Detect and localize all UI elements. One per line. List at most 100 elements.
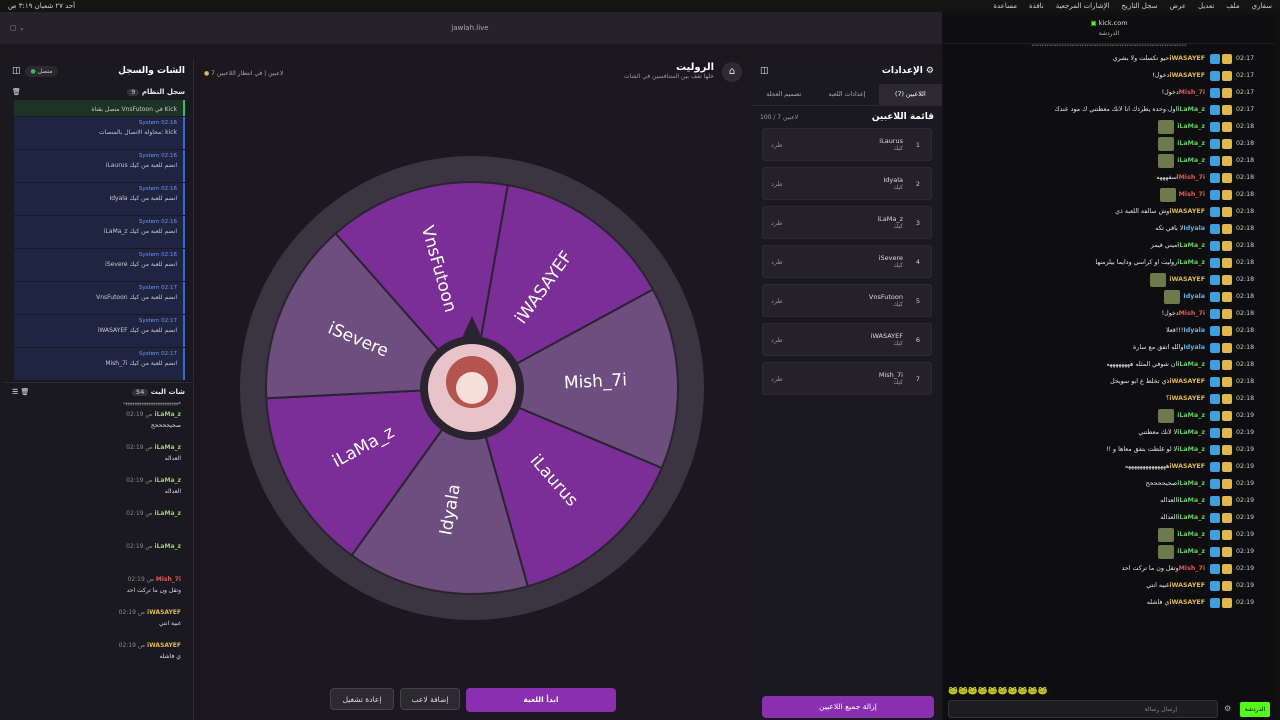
player-index: 6: [915, 335, 921, 344]
emote-icon: [1159, 187, 1176, 202]
clock: أحد ٢٧ شعبان ٣:١٩ ص: [8, 2, 76, 10]
player-name-block: iLaMa_z كيك: [783, 215, 903, 230]
kick-button[interactable]: طرد: [771, 180, 783, 188]
player-name: iSevere: [878, 254, 903, 262]
add-player-button[interactable]: إضافة لاعب: [400, 688, 460, 710]
crown-badge-icon: [1222, 240, 1232, 251]
message-user: Mish_7i: [1178, 191, 1205, 198]
chat-body: ي فاشله: [159, 653, 181, 660]
message-user: iLaMa_z: [1177, 361, 1205, 368]
kick-chat-header: الدردشة: [944, 30, 1274, 44]
menu-item[interactable]: الإشارات المرجعية: [1056, 2, 1110, 10]
message-text: دخول!: [1161, 89, 1179, 96]
log-message: متصل بقناة VnsFutoon في Kick: [91, 106, 177, 113]
menu-item[interactable]: نافذة: [1029, 2, 1044, 10]
kick-button[interactable]: طرد: [771, 141, 783, 149]
message-time: 02:18: [1236, 378, 1255, 385]
home-icon[interactable]: ⌂: [722, 62, 742, 82]
message-time: 02:18: [1236, 174, 1255, 181]
moderator-badge-icon: [1210, 410, 1220, 421]
crown-badge-icon: [1222, 444, 1232, 455]
message-text: لا لو غلطت بتفق معاها و !!: [1106, 446, 1178, 453]
restart-button[interactable]: إعادة تشغيل: [330, 688, 394, 710]
player-name-block: VnsFutoon كيك: [783, 293, 903, 308]
menu-item[interactable]: تعديل: [1198, 2, 1214, 10]
message-time: 02:19: [1236, 497, 1255, 504]
kick-message: صحيححححح iLaMa_z 02:19: [944, 475, 1274, 492]
menu-item[interactable]: سفاري: [1252, 2, 1272, 10]
message-time: 02:19: [1236, 531, 1255, 538]
message-time: 02:18: [1236, 242, 1255, 249]
menu-bar: أحد ٢٧ شعبان ٣:١٩ ص سفاري ملف تعديل عرض سجل …: [0, 0, 1280, 12]
message-time: 02:18: [1236, 191, 1255, 198]
message-text: !!!قعلا: [1165, 327, 1184, 334]
chat-message: 02:19 ص iWASAYEF ي فاشله: [4, 639, 193, 672]
message-text: وتقل ون ما تركت احد: [1121, 565, 1179, 572]
crown-badge-icon: [1222, 580, 1232, 591]
message-user: iWASAYEF: [1169, 378, 1205, 385]
message-input[interactable]: إرسال رسالة: [948, 700, 1218, 718]
message-time: 02:18: [1236, 293, 1255, 300]
player-platform: كيك: [893, 145, 903, 152]
kick-message: غبيه انتي iWASAYEF 02:19: [944, 577, 1274, 594]
kick-button[interactable]: طرد: [771, 219, 783, 227]
kick-button[interactable]: طرد: [771, 258, 783, 266]
roulette-wheel[interactable]: iWASAYEFMish_7iiLaurusIdyalaiLaMa_ziSeve…: [212, 128, 732, 648]
chat-send-button[interactable]: الدردشة: [1240, 702, 1270, 717]
remove-all-button[interactable]: إزالة جميع اللاعبين: [762, 696, 934, 718]
tab-2[interactable]: تصميم العجلة: [752, 84, 815, 105]
menu-item[interactable]: ملف: [1226, 2, 1239, 10]
log-source: System 02:17: [138, 318, 177, 324]
player-name-block: iLaurus كيك: [783, 137, 903, 152]
player-row: طرد iLaurus كيك 1: [762, 128, 932, 161]
menu-item[interactable]: سجل التاريخ: [1121, 2, 1157, 10]
sidebar-toggle-icon[interactable]: ▢ ⌄: [10, 24, 25, 32]
message-user: Mish_7i: [1178, 310, 1205, 317]
kick-message: دخول! Mish_7i 02:18: [944, 305, 1274, 322]
kick-button[interactable]: طرد: [771, 336, 783, 344]
moderator-badge-icon: [1210, 223, 1220, 234]
chat-tools[interactable]: ☰ 🗑: [12, 388, 29, 396]
message-user: iWASAYEF: [1169, 395, 1205, 402]
emote-bar[interactable]: 🐸🐸🐸🐸🐸🐸🐸🐸🐸🐸: [948, 686, 1048, 695]
message-user: iWASAYEF: [1169, 208, 1205, 215]
crown-badge-icon: [1222, 206, 1232, 217]
kick-button[interactable]: طرد: [771, 297, 783, 305]
kick-message: ميني فيمز iLaMa_z 02:18: [944, 237, 1274, 254]
player-list: طرد iLaurus كيك 1 طرد Idyala كيك 2 طرد iLaMa_z كيك…: [752, 128, 942, 395]
menu-item[interactable]: عرض: [1170, 2, 1187, 10]
kick-message: والله اتفق مع سارة Idyala 02:18: [944, 339, 1274, 356]
address-bar[interactable]: jawlah.live: [300, 18, 640, 38]
kick-message: iLaMa_z 02:19: [944, 407, 1274, 424]
log-source: System 02:16: [138, 186, 177, 192]
menu-item[interactable]: مساعدة: [993, 2, 1017, 10]
kick-button[interactable]: طرد: [771, 375, 783, 383]
moderator-badge-icon: [1210, 461, 1220, 472]
chat-user: iLaMa_z: [154, 543, 181, 550]
crown-badge-icon: [1222, 495, 1232, 506]
log-message: iLaurus انضم للعبة من كيك: [105, 162, 177, 169]
system-log: متصل بقناة VnsFutoon في Kick System 02:16…: [4, 100, 193, 380]
log-message: VnsFutoon انضم للعبة من كيك: [96, 294, 177, 301]
chat-header: 02:19 ص iWASAYEF: [16, 642, 181, 649]
settings-cog-icon[interactable]: ⚙: [1224, 704, 1231, 713]
moderator-badge-icon: [1210, 189, 1220, 200]
player-index: 5: [915, 296, 921, 305]
emote-icon: [1150, 272, 1167, 287]
trash-icon[interactable]: 🗑: [12, 88, 21, 96]
message-text: ذي تخلط ع ابو سويحل: [1110, 378, 1170, 385]
collapse-right-icon[interactable]: ◫: [760, 66, 769, 76]
tab-0[interactable]: اللاعبين (7): [878, 84, 942, 105]
chat-message: 02:19 ص iLaMa_z: [4, 507, 193, 540]
kick-message: ؟ iWASAYEF 02:18: [944, 390, 1274, 407]
kick-message: العداله iLaMa_z 02:19: [944, 509, 1274, 526]
crown-badge-icon: [1222, 563, 1232, 574]
gear-icon: ⚙: [925, 66, 934, 76]
collapse-icon[interactable]: ◫: [12, 66, 21, 76]
crown-badge-icon: [1222, 376, 1232, 387]
start-game-button[interactable]: ابدأ اللعبة: [466, 688, 616, 712]
tab-1[interactable]: إعدادات اللعبة: [815, 84, 878, 105]
message-text: لا لانك معطتني: [1138, 429, 1178, 436]
status-badge: ● متصل: [24, 65, 59, 77]
chat-header: 02:19 ص iLaMa_z: [16, 510, 181, 517]
